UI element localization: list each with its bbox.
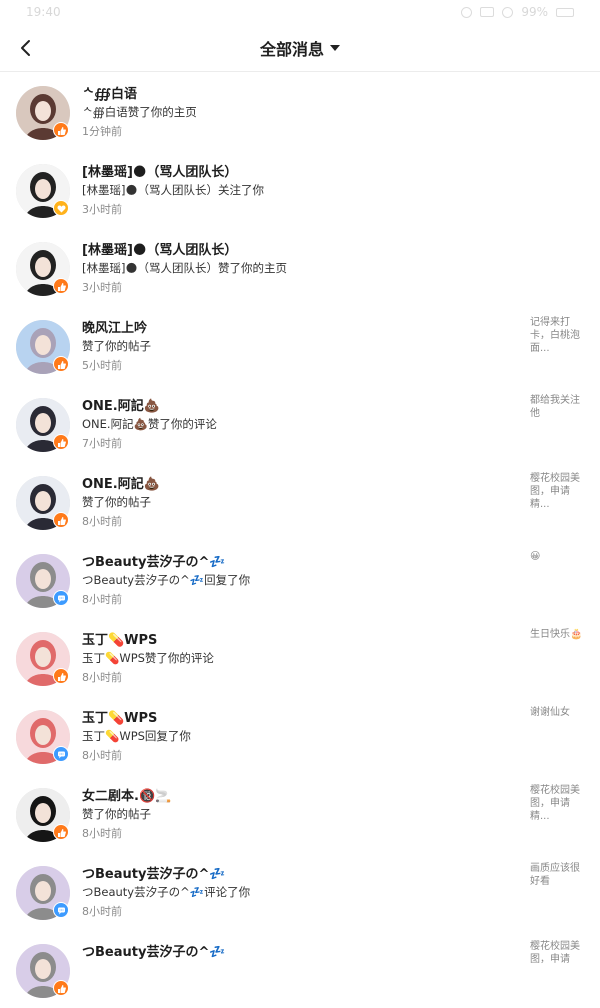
message-time: 8小时前 [82,671,122,684]
message-time: 5小时前 [82,359,122,372]
status-time: 19:40 [26,5,61,19]
sender-name[interactable]: つBeauty芸汐子の^💤 [82,551,226,570]
thumbs-up-icon [53,668,69,684]
message-item[interactable]: つBeauty芸汐子の^💤 つBeauty芸汐子の^💤评论了你 8小时前 画质应该很好… [0,852,600,930]
content-preview: 画质应该很好看 [530,863,580,887]
sender-name[interactable]: 女二剧本.🔞🚬 [82,785,171,804]
message-item[interactable]: 女二剧本.🔞🚬 赞了你的帖子 8小时前 樱花校园美图，申请精... [0,774,600,852]
back-arrow-icon [21,40,30,56]
message-action-text: 赞了你的帖子 [82,339,151,353]
sender-name[interactable]: つBeauty芸汐子の^💤 [82,941,226,960]
content-preview: 😀 [530,551,541,562]
message-time: 3小时前 [82,203,122,216]
alarm-icon [461,6,473,18]
content-preview: 生日快乐🎂 [530,629,583,640]
page-title: 全部消息 [259,39,324,59]
message-action-text: ONE.阿記💩赞了你的评论 [82,417,217,431]
sender-name[interactable]: ONE.阿記💩 [82,473,160,492]
message-time: 8小时前 [82,749,122,762]
thumbs-up-icon [53,122,69,138]
thumbs-up-icon [53,278,69,294]
thumbs-up-icon [53,980,69,996]
message-action-text: 玉丁💊WPS回复了你 [82,729,191,743]
comment-icon [53,590,69,606]
sender-name[interactable]: 玉丁💊WPS [82,629,157,648]
sender-name[interactable]: ONE.阿記💩 [82,395,160,414]
message-list: ᄾ∰白语 ᄾ∰白语赞了你的主页 1分钟前 [林墨瑶]🌑（骂人团队长） [林墨瑶]🌑（骂人… [0,72,600,1008]
image-icon [480,7,495,17]
message-item[interactable]: 晚风江上吟赞了你的帖子 5小时前 记得来打卡，白桃泡面... [0,306,600,384]
message-time: 3小时前 [82,281,122,294]
message-action-text: つBeauty芸汐子の^💤回复了你 [82,573,251,587]
message-time: 1分钟前 [82,125,122,138]
message-item[interactable]: つBeauty芸汐子の^💤 つBeauty芸汐子の^💤回复了你 8小时前 😀 [0,540,600,618]
back-button[interactable] [12,34,40,62]
sender-name[interactable]: 晚风江上吟 [82,317,147,336]
content-preview: 谢谢仙女 [530,707,570,718]
sender-name[interactable]: [林墨瑶]🌑（骂人团队长） [82,239,237,258]
content-preview: 樱花校园美图，申请精... [530,473,580,510]
sender-name[interactable]: [林墨瑶]🌑（骂人团队长） [82,161,237,180]
content-preview: 樱花校园美图，申请精... [530,785,580,822]
content-preview: 樱花校园美图，申请 [530,941,580,965]
sender-name[interactable]: つBeauty芸汐子の^💤 [82,863,226,882]
sender-name[interactable]: 玉丁💊WPS [82,707,157,726]
message-item[interactable]: ONE.阿記💩 赞了你的帖子 8小时前 樱花校园美图，申请精... [0,462,600,540]
message-time: 8小时前 [82,905,122,918]
wifi-icon [502,6,514,18]
status-icons: 99% [461,5,574,19]
message-time: 7小时前 [82,437,122,450]
message-item[interactable]: 玉丁💊WPS 玉丁💊WPS回复了你 8小时前 谢谢仙女 [0,696,600,774]
message-filter-dropdown[interactable]: 全部消息 [260,36,340,60]
message-action-text: [林墨瑶]🌑（骂人团队长）关注了你 [82,183,264,197]
message-item[interactable]: ONE.阿記💩 ONE.阿記💩赞了你的评论 7小时前 都给我关注他 [0,384,600,462]
battery-percent: 99% [521,5,548,19]
comment-icon [53,746,69,762]
message-action-text: つBeauty芸汐子の^💤评论了你 [82,885,251,899]
message-time: 8小时前 [82,827,122,840]
thumbs-up-icon [53,356,69,372]
comment-icon [53,902,69,918]
top-bar: 全部消息 [0,24,600,72]
message-item[interactable]: [林墨瑶]🌑（骂人团队长） [林墨瑶]🌑（骂人团队长）赞了你的主页 3小时前 [0,228,600,306]
message-action-text: 赞了你的帖子 [82,495,151,509]
message-item[interactable]: ᄾ∰白语 ᄾ∰白语赞了你的主页 1分钟前 [0,72,600,150]
message-item[interactable]: [林墨瑶]🌑（骂人团队长） [林墨瑶]🌑（骂人团队长）关注了你 3小时前 [0,150,600,228]
message-time: 8小时前 [82,593,122,606]
sender-name[interactable]: ᄾ∰白语 [82,83,137,102]
message-action-text: 赞了你的帖子 [82,807,151,821]
message-action-text: [林墨瑶]🌑（骂人团队长）赞了你的主页 [82,261,287,275]
thumbs-up-icon [53,824,69,840]
status-bar: 19:40 99% [0,0,600,24]
message-time: 8小时前 [82,515,122,528]
thumbs-up-icon [53,512,69,528]
content-preview: 记得来打卡，白桃泡面... [530,317,580,354]
message-item[interactable]: 玉丁💊WPS 玉丁💊WPS赞了你的评论 8小时前 生日快乐🎂 [0,618,600,696]
message-action-text: ᄾ∰白语赞了你的主页 [82,105,197,119]
chevron-down-icon [330,44,340,51]
heart-icon [53,200,69,216]
thumbs-up-icon [53,434,69,450]
battery-icon [556,7,574,17]
message-item[interactable]: つBeauty芸汐子の^💤 樱花校园美图，申请 [0,930,600,1008]
message-action-text: 玉丁💊WPS赞了你的评论 [82,651,214,665]
content-preview: 都给我关注他 [530,395,580,419]
